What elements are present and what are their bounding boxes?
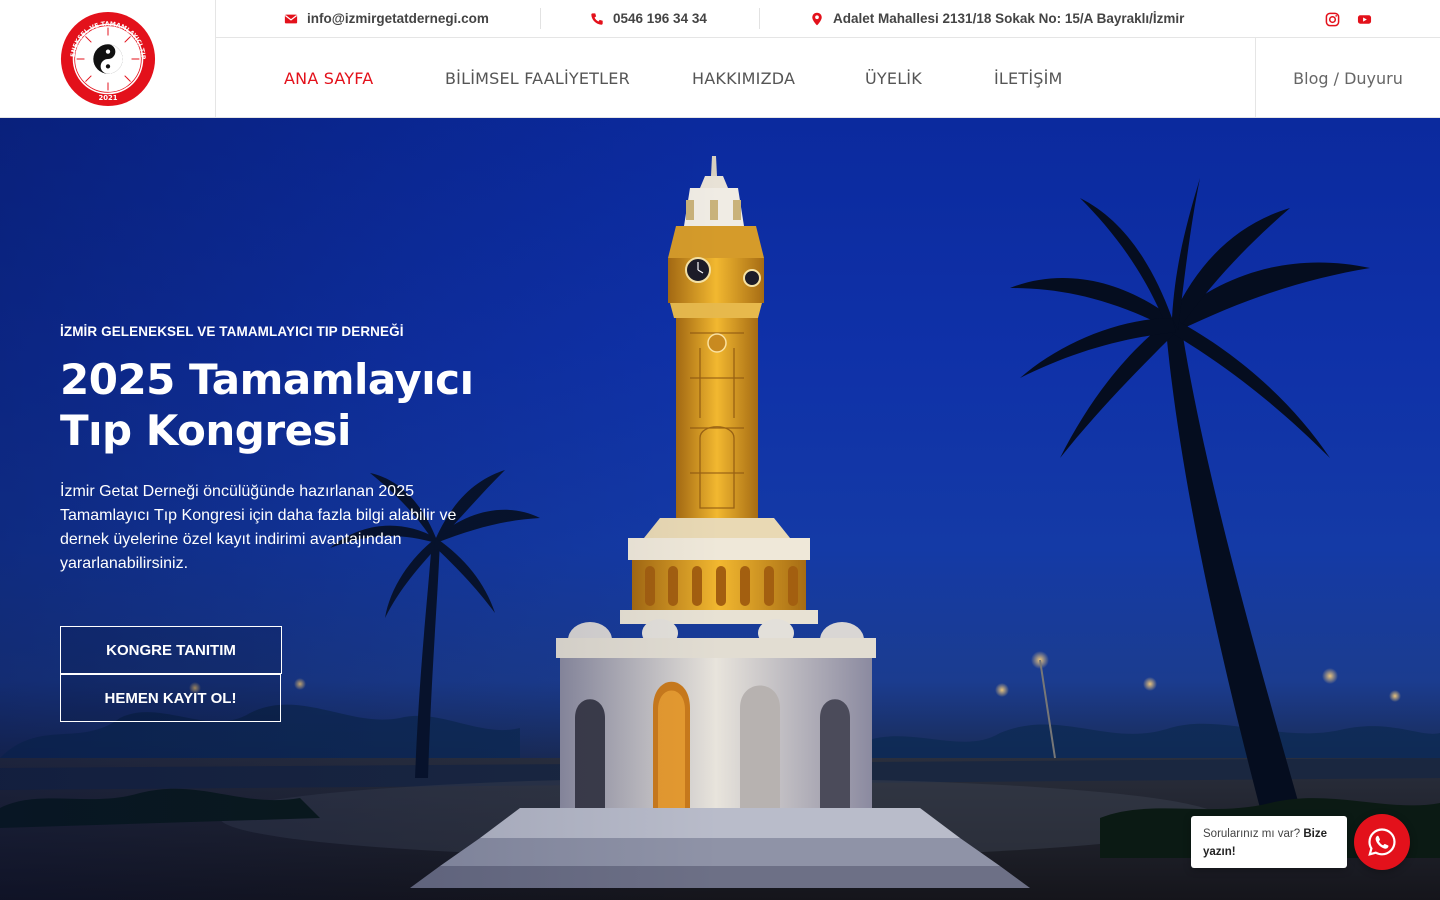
nav-item-bilimsel-faaliyetler[interactable]: BİLİMSEL FAALİYETLER	[445, 38, 630, 118]
topbar-phone[interactable]: 0546 196 34 34	[590, 0, 707, 37]
phone-icon	[590, 12, 604, 26]
hero-kicker: İZMİR GELENEKSEL VE TAMAMLAYICI TIP DERN…	[60, 324, 404, 339]
topbar-address[interactable]: Adalet Mahallesi 2131/18 Sokak No: 15/A …	[810, 0, 1184, 37]
envelope-icon	[284, 12, 298, 26]
site-header: İZMİR GELENEKSEL VE TAMAMLAYICI TIP DERN…	[0, 0, 1440, 118]
logo[interactable]: İZMİR GELENEKSEL VE TAMAMLAYICI TIP DERN…	[0, 0, 216, 118]
hemen-kayit-ol-button[interactable]: HEMEN KAYIT OL!	[60, 674, 281, 722]
hero-title: 2025 Tamamlayıcı Tıp Kongresi	[60, 355, 474, 455]
logo-emblem-icon: İZMİR GELENEKSEL VE TAMAMLAYICI TIP DERN…	[59, 10, 155, 107]
nav-item-hakkimizda[interactable]: HAKKIMIZDA	[692, 38, 795, 118]
phone-text: 0546 196 34 34	[613, 11, 707, 26]
nav-item-blog[interactable]: Blog / Duyuru	[1255, 38, 1440, 118]
address-text: Adalet Mahallesi 2131/18 Sokak No: 15/A …	[833, 11, 1185, 26]
nav-item-iletisim[interactable]: İLETİŞİM	[994, 38, 1063, 118]
topbar-divider	[759, 8, 760, 29]
whatsapp-prompt-text: Sorularınız mı var?	[1203, 828, 1304, 840]
topbar-email[interactable]: info@izmirgetatdernegi.com	[284, 0, 489, 37]
hero-banner: İZMİR GELENEKSEL VE TAMAMLAYICI TIP DERN…	[0, 118, 1440, 900]
nav-item-uyelik[interactable]: ÜYELİK	[865, 38, 922, 118]
hero-description: İzmir Getat Derneği öncülüğünde hazırlan…	[60, 483, 457, 572]
whatsapp-button[interactable]	[1354, 814, 1410, 870]
kongre-tanitim-button[interactable]: KONGRE TANITIM	[60, 626, 282, 674]
top-contact-bar: info@izmirgetatdernegi.com 0546 196 34 3…	[216, 0, 1440, 38]
whatsapp-prompt-bubble[interactable]: Sorularınız mı var? Bize yazın!	[1191, 816, 1347, 868]
whatsapp-icon	[1368, 828, 1396, 856]
map-pin-icon	[810, 12, 824, 26]
instagram-icon[interactable]	[1324, 11, 1340, 27]
logo-year: 2021	[98, 94, 117, 102]
youtube-icon[interactable]	[1356, 11, 1372, 27]
email-text: info@izmirgetatdernegi.com	[307, 11, 489, 26]
nav-item-ana-sayfa[interactable]: ANA SAYFA	[284, 38, 373, 118]
main-nav: ANA SAYFA BİLİMSEL FAALİYETLER HAKKIMIZD…	[216, 38, 1440, 118]
topbar-divider	[540, 8, 541, 29]
